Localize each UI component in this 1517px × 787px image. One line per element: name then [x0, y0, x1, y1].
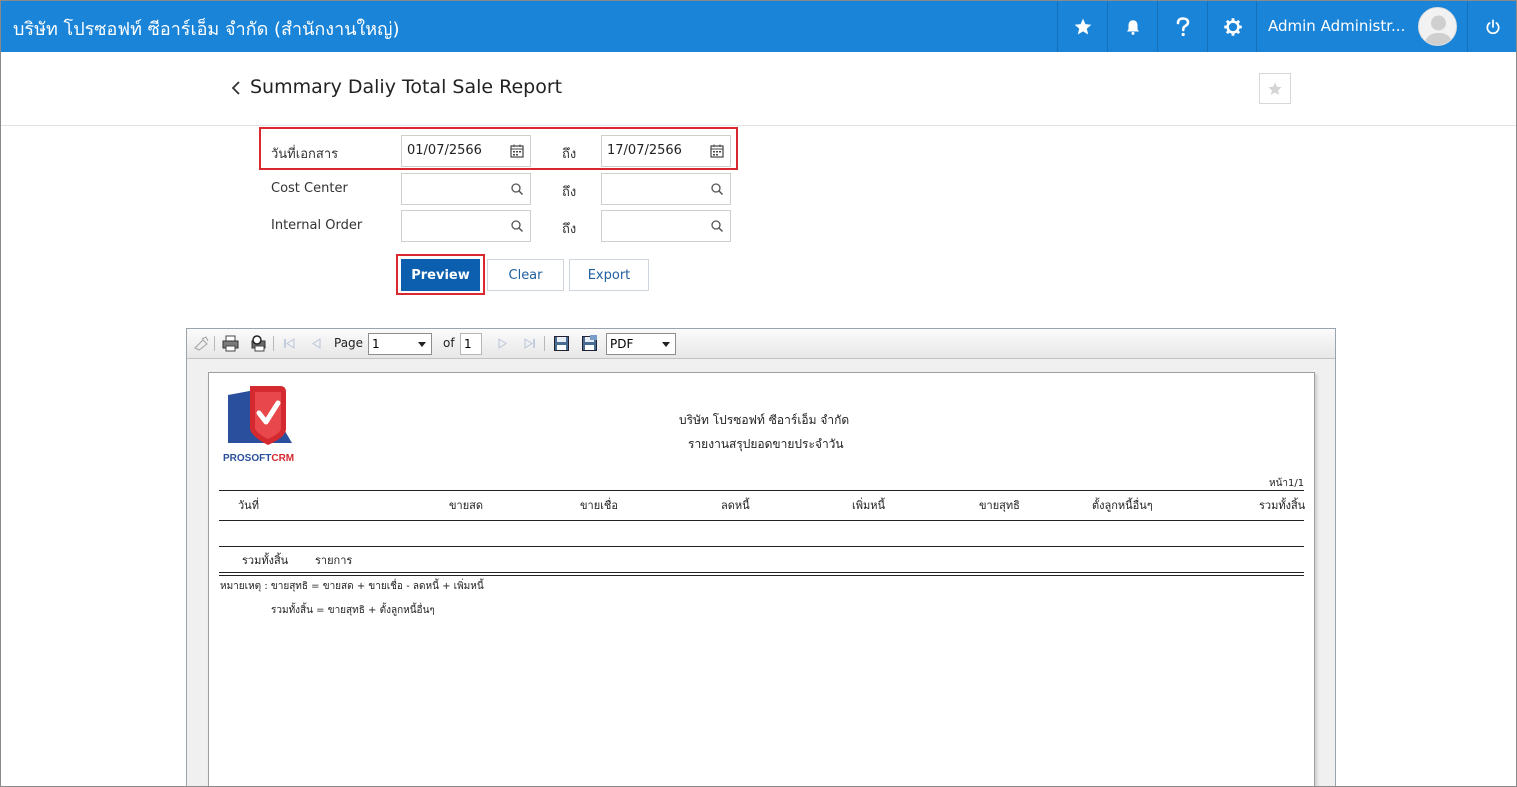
username: Admin Administr... [1268, 17, 1406, 35]
back-button[interactable] [229, 78, 245, 98]
first-page-icon[interactable] [281, 335, 298, 352]
gear-icon [1223, 17, 1242, 36]
report-company: บริษัท โปรซอฟท์ ซีอาร์เอ็ม จำกัด [679, 413, 850, 427]
search-icon[interactable] [510, 182, 524, 196]
user-menu[interactable]: Admin Administr... [1256, 1, 1466, 52]
last-page-icon[interactable] [521, 335, 538, 352]
page-number: หน้า1/1 [1269, 478, 1305, 489]
settings-button[interactable] [1207, 1, 1257, 52]
doc-date-label: วันที่เอกสาร [271, 147, 339, 162]
bell-icon [1126, 19, 1139, 35]
previous-page-icon[interactable] [308, 335, 325, 352]
col-other-receivables: ตั้งลูกหนี้อื่นๆ [1092, 499, 1153, 512]
chevron-down-icon [418, 342, 426, 347]
header-rule [219, 490, 1304, 491]
next-page-icon[interactable] [494, 335, 511, 352]
total-label: รวมทั้งสิ้น [242, 554, 289, 567]
report-title: รายงานสรุปยอดขายประจำวัน [688, 437, 844, 451]
clear-button[interactable]: Clear [487, 259, 564, 291]
favorites-button[interactable] [1057, 1, 1107, 52]
internal-order-to-input[interactable] [601, 210, 731, 242]
of-label: of [443, 336, 455, 350]
save-icon[interactable] [553, 335, 570, 352]
star-icon [1074, 18, 1091, 34]
date-to-input[interactable]: 17/07/2566 [601, 135, 731, 167]
prosoft-crm-logo: PROSOFTCRM [222, 383, 302, 467]
notifications-button[interactable] [1107, 1, 1157, 52]
toolbar-separator [273, 336, 274, 351]
cost-center-to-label: ถึง [562, 185, 577, 200]
export-format-value: PDF [610, 337, 634, 351]
cost-center-from-input[interactable] [401, 173, 531, 205]
print-preview-icon[interactable] [250, 335, 267, 352]
user-avatar-icon [1424, 15, 1453, 45]
company-name: บริษัท โปรซอฟท์ ซีอาร์เอ็ม จำกัด (สำนักง… [13, 19, 400, 40]
logo-text-crm: CRM [271, 453, 295, 464]
total-top-rule [219, 546, 1304, 547]
page-select[interactable]: 1 [368, 333, 432, 355]
col-credit-sales: ขายเชื่อ [580, 499, 618, 512]
cost-center-label: Cost Center [271, 181, 348, 196]
refresh-icon[interactable] [193, 335, 210, 352]
col-grand-total: รวมทั้งสิ้น [1259, 499, 1306, 512]
logo-text: PROSOFT [223, 453, 272, 464]
col-cash-sales: ขายสด [449, 499, 483, 512]
col-net-sales: ขายสุทธิ [979, 499, 1020, 512]
total-pages: 1 [460, 333, 482, 355]
search-icon[interactable] [710, 219, 724, 233]
favorite-toggle-button[interactable] [1259, 73, 1291, 104]
report-page: PROSOFTCRM บริษัท โปรซอฟท์ ซีอาร์เอ็ม จำ… [208, 372, 1315, 786]
search-icon[interactable] [710, 182, 724, 196]
logo-shield-icon [228, 386, 292, 445]
avatar[interactable] [1418, 7, 1457, 46]
calendar-icon[interactable] [510, 144, 524, 158]
col-date: วันที่ [238, 499, 259, 512]
note-line-2: รวมทั้งสิ้น = ขายสุทธิ + ตั้งลูกหนี้อื่น… [271, 605, 435, 616]
date-to-value: 17/07/2566 [607, 143, 682, 158]
internal-order-to-label: ถึง [562, 222, 577, 237]
help-icon [1176, 16, 1189, 36]
preview-button[interactable]: Preview [401, 259, 480, 291]
total-bottom-rule [219, 572, 1304, 573]
date-from-value: 01/07/2566 [407, 143, 482, 158]
page-select-value: 1 [372, 337, 380, 351]
calendar-icon[interactable] [710, 144, 724, 158]
page-label: Page [334, 336, 364, 350]
toolbar-separator [214, 336, 215, 351]
col-credit-note: ลดหนี้ [721, 499, 750, 512]
app-frame: บริษัท โปรซอฟท์ ซีอาร์เอ็ม จำกัด (สำนักง… [0, 0, 1517, 787]
date-from-input[interactable]: 01/07/2566 [401, 135, 531, 167]
cost-center-to-input[interactable] [601, 173, 731, 205]
save-all-icon[interactable] [581, 335, 598, 352]
viewer-toolbar: Page 1 of 1 PDF [187, 329, 1335, 359]
total-bottom-rule-double [219, 575, 1304, 576]
header-bottom-rule [219, 520, 1304, 521]
internal-order-label: Internal Order [271, 218, 363, 233]
page-title: Summary Daliy Total Sale Report [250, 76, 563, 98]
export-button[interactable]: Export [569, 259, 649, 291]
search-icon[interactable] [510, 219, 524, 233]
internal-order-from-input[interactable] [401, 210, 531, 242]
col-debit-note: เพิ่มหนี้ [852, 499, 886, 512]
date-to-label: ถึง [562, 147, 577, 162]
help-button[interactable] [1157, 1, 1207, 52]
items-label: รายการ [315, 554, 353, 567]
logout-button[interactable] [1467, 1, 1516, 52]
report-viewer: Page 1 of 1 PDF PROSOFTCRM บริษัท โปรซอฟ… [186, 328, 1336, 786]
power-icon [1486, 18, 1500, 34]
export-format-select[interactable]: PDF [606, 333, 676, 355]
chevron-down-icon [662, 342, 670, 347]
page-header: Summary Daliy Total Sale Report [1, 52, 1516, 126]
toolbar-separator [544, 336, 545, 351]
star-outline-icon [1268, 81, 1282, 95]
note-line-1: หมายเหตุ : ขายสุทธิ = ขายสด + ขายเชื่อ -… [220, 581, 484, 592]
chevron-left-icon [231, 81, 240, 95]
print-icon[interactable] [222, 335, 239, 352]
top-bar: บริษัท โปรซอฟท์ ซีอาร์เอ็ม จำกัด (สำนักง… [1, 1, 1516, 52]
